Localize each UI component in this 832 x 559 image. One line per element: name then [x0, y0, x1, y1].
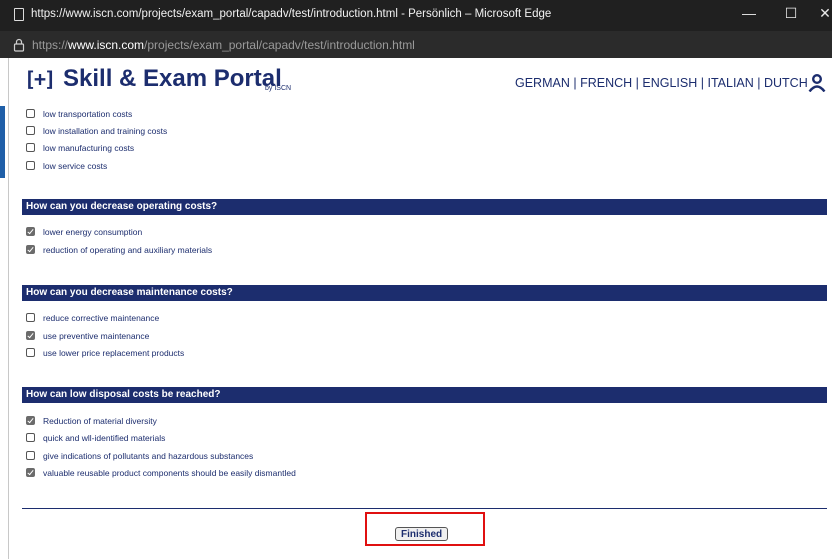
url-host: www.iscn.com — [68, 38, 145, 52]
section-divider — [22, 508, 827, 509]
question-heading: How can you decrease maintenance costs? — [22, 285, 827, 301]
language-italian[interactable]: ITALIAN — [707, 76, 753, 90]
close-button[interactable]: ✕ — [815, 5, 832, 22]
answer-checkbox[interactable] — [26, 416, 35, 425]
language-dutch[interactable]: DUTCH — [764, 76, 808, 90]
browser-title-bar: https://www.iscn.com/projects/exam_porta… — [0, 0, 832, 31]
answer-label: reduce corrective maintenance — [43, 313, 160, 323]
page-info-icon[interactable] — [13, 38, 25, 52]
answer-checkbox[interactable] — [26, 245, 35, 254]
question-heading: How can low disposal costs be reached? — [22, 387, 827, 403]
answer-label: reduction of operating and auxiliary mat… — [43, 245, 213, 255]
url-prefix: https:// — [32, 38, 69, 52]
language-german[interactable]: GERMAN — [515, 76, 570, 90]
maximize-button[interactable]: ☐ — [781, 5, 801, 22]
user-icon[interactable] — [807, 74, 827, 92]
language-french[interactable]: FRENCH — [580, 76, 632, 90]
answer-checkbox[interactable] — [26, 348, 35, 357]
background-window-edge — [0, 58, 9, 559]
answer-checkbox[interactable] — [26, 143, 35, 152]
answer-label: use preventive maintenance — [43, 331, 150, 341]
window-title: https://www.iscn.com/projects/exam_porta… — [31, 8, 552, 20]
answer-label: give indications of pollutants and hazar… — [43, 451, 254, 461]
answer-checkbox[interactable] — [26, 126, 35, 135]
minimize-button[interactable]: — — [739, 5, 759, 21]
logo-by-text: by ISCN — [265, 85, 292, 92]
url-text[interactable]: https://www.iscn.com/projects/exam_porta… — [32, 38, 415, 52]
language-separator: | — [632, 76, 643, 90]
answer-checkbox[interactable] — [26, 451, 35, 460]
answer-label: use lower price replacement products — [43, 348, 185, 358]
portal-header: [+] Skill & Exam Portal by ISCN GERMAN |… — [10, 58, 832, 102]
answer-label: lower energy consumption — [43, 227, 143, 237]
answer-label: Reduction of material diversity — [43, 416, 157, 426]
address-bar[interactable]: https://www.iscn.com/projects/exam_porta… — [0, 31, 832, 58]
background-accent — [0, 106, 5, 178]
language-separator: | — [569, 76, 581, 90]
answer-label: low installation and training costs — [43, 126, 168, 136]
answer-checkbox[interactable] — [26, 161, 35, 170]
language-menu: GERMAN | FRENCH | ENGLISH | ITALIAN | DU… — [515, 76, 808, 90]
language-separator: | — [697, 76, 708, 90]
answer-checkbox[interactable] — [26, 109, 35, 118]
answer-label: low service costs — [43, 161, 108, 171]
url-path: /projects/exam_portal/capadv/test/introd… — [144, 38, 415, 52]
question-heading: How can you decrease operating costs? — [22, 199, 827, 215]
language-english[interactable]: ENGLISH — [642, 76, 697, 90]
answer-label: low manufacturing costs — [43, 143, 135, 153]
answer-label: low transportation costs — [43, 109, 133, 119]
answer-label: valuable reusable product components sho… — [43, 468, 296, 478]
answer-checkbox[interactable] — [26, 433, 35, 442]
answer-label: quick and wll-identified materials — [43, 433, 166, 443]
answer-checkbox[interactable] — [26, 331, 35, 340]
page-icon — [14, 8, 24, 21]
answer-checkbox[interactable] — [26, 313, 35, 322]
answer-checkbox[interactable] — [26, 468, 35, 477]
language-separator: | — [753, 76, 764, 90]
finished-button[interactable]: Finished — [395, 527, 449, 541]
answer-checkbox[interactable] — [26, 227, 35, 236]
logo-text: Skill & Exam Portal — [63, 65, 282, 92]
logo-mark: [+] — [24, 67, 56, 91]
